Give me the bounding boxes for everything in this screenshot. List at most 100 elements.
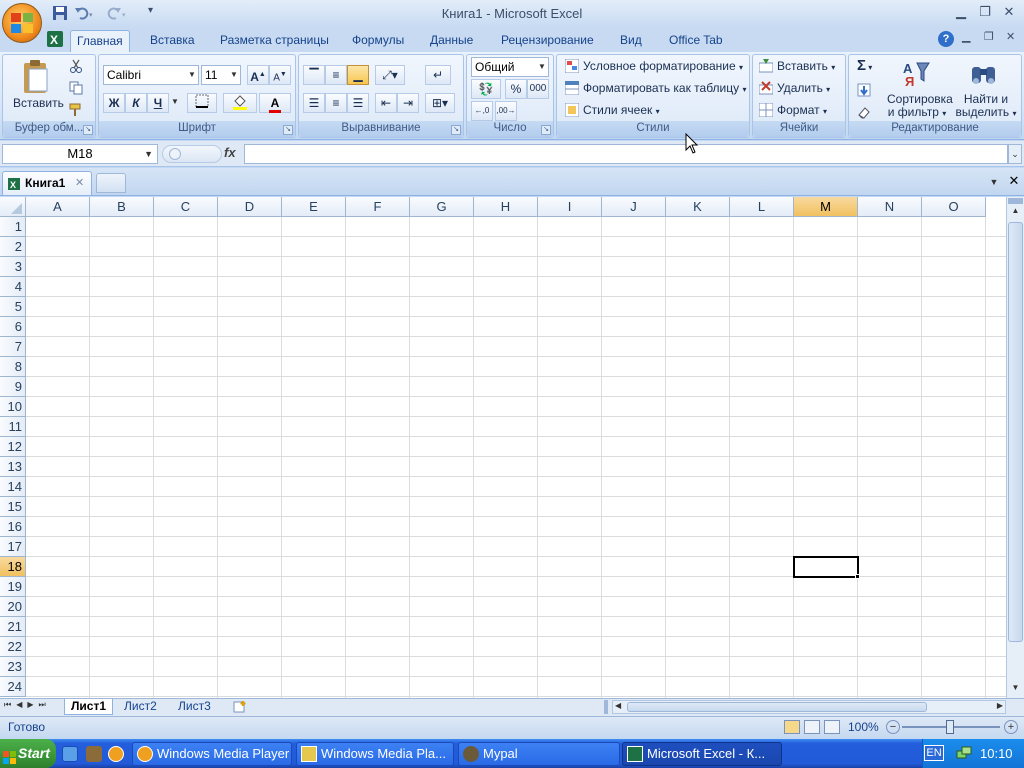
tab-insert[interactable]: Вставка [144, 30, 201, 52]
zoom-slider-thumb[interactable] [946, 720, 954, 734]
currency-format-icon[interactable]: 💱 [471, 79, 501, 99]
row-header-6[interactable]: 6 [0, 317, 26, 337]
fill-color-button[interactable] [223, 93, 257, 113]
align-top-icon[interactable]: ▔ [303, 65, 325, 85]
close-workbook-icon[interactable]: ✕ [1006, 173, 1022, 189]
percent-button[interactable]: % [505, 79, 527, 99]
workbook-tab[interactable]: X Книга1 ✕ [2, 171, 92, 195]
orientation-icon[interactable]: ⤢▾ [375, 65, 405, 85]
column-header-O[interactable]: O [922, 197, 986, 217]
row-header-18[interactable]: 18 [0, 557, 26, 577]
taskbar-button-wmp1[interactable]: Windows Media Player [132, 742, 292, 766]
column-header-B[interactable]: B [90, 197, 154, 217]
format-painter-icon[interactable] [69, 103, 83, 117]
clipboard-launcher-icon[interactable]: ↘ [83, 125, 93, 135]
underline-button[interactable]: Ч [147, 93, 169, 113]
horizontal-scroll-thumb[interactable] [627, 702, 927, 712]
column-header-E[interactable]: E [282, 197, 346, 217]
network-tray-icon[interactable] [956, 745, 972, 761]
ribbon-restore-icon[interactable]: ❐ [984, 30, 994, 43]
ribbon-close-icon[interactable]: ✕ [1006, 30, 1015, 43]
row-header-11[interactable]: 11 [0, 417, 26, 437]
help-icon[interactable]: ? [938, 31, 954, 47]
sheet-nav-icons[interactable]: ⏮◀▶⏭ [4, 700, 51, 710]
clear-eraser-icon[interactable] [857, 105, 871, 119]
horizontal-scrollbar[interactable]: ◀ ▶ [612, 700, 1006, 714]
normal-view-icon[interactable] [784, 720, 800, 734]
italic-button[interactable]: К [125, 93, 147, 113]
sheet-tab-3[interactable]: Лист3 [172, 699, 217, 715]
alignment-launcher-icon[interactable]: ↘ [451, 125, 461, 135]
close-icon[interactable]: ✕ [1000, 4, 1018, 20]
column-header-K[interactable]: K [666, 197, 730, 217]
thousands-button[interactable]: 000 [527, 79, 549, 99]
format-as-table-button[interactable]: Форматировать как таблицу ▾ [583, 78, 747, 98]
column-header-F[interactable]: F [346, 197, 410, 217]
row-header-1[interactable]: 1 [0, 217, 26, 237]
font-launcher-icon[interactable]: ↘ [283, 125, 293, 135]
shrink-font-button[interactable]: A▼ [269, 65, 291, 85]
column-header-M[interactable]: M [794, 197, 858, 217]
tab-office-tab[interactable]: Office Tab [663, 30, 729, 52]
format-cells-button[interactable]: Формат ▾ [777, 100, 827, 120]
select-all-button[interactable] [0, 197, 26, 217]
sheet-tab-1[interactable]: Лист1 [64, 699, 114, 715]
paste-icon[interactable] [21, 59, 51, 97]
row-header-14[interactable]: 14 [0, 477, 26, 497]
align-right-icon[interactable]: ☰ [347, 93, 369, 113]
row-header-20[interactable]: 20 [0, 597, 26, 617]
column-header-G[interactable]: G [410, 197, 474, 217]
align-center-icon[interactable]: ≡ [325, 93, 347, 113]
tab-review[interactable]: Рецензирование [495, 30, 600, 52]
fill-handle[interactable] [855, 574, 860, 579]
row-header-19[interactable]: 19 [0, 577, 26, 597]
paste-button[interactable]: Вставить [13, 93, 64, 113]
tab-data[interactable]: Данные [424, 30, 479, 52]
new-tab-button[interactable] [96, 173, 126, 193]
minimize-icon[interactable]: ▁ [952, 4, 970, 20]
ribbon-minimize-icon[interactable]: ▁ [962, 30, 970, 43]
decrease-indent-icon[interactable]: ⇤ [375, 93, 397, 113]
column-header-N[interactable]: N [858, 197, 922, 217]
quicklaunch-app-icon[interactable] [86, 746, 102, 762]
row-header-24[interactable]: 24 [0, 677, 26, 697]
merge-center-icon[interactable]: ⊞▾ [425, 93, 455, 113]
bold-button[interactable]: Ж [103, 93, 125, 113]
increase-decimal-icon[interactable]: ←,0 [471, 101, 493, 121]
restore-icon[interactable]: ❐ [976, 4, 994, 20]
align-bottom-icon[interactable]: ▁ [347, 65, 369, 85]
split-box[interactable] [1008, 198, 1023, 204]
row-header-10[interactable]: 10 [0, 397, 26, 417]
row-header-16[interactable]: 16 [0, 517, 26, 537]
font-color-button[interactable]: A [259, 93, 291, 113]
row-header-13[interactable]: 13 [0, 457, 26, 477]
row-header-12[interactable]: 12 [0, 437, 26, 457]
cut-icon[interactable] [69, 59, 83, 73]
row-header-5[interactable]: 5 [0, 297, 26, 317]
row-header-22[interactable]: 22 [0, 637, 26, 657]
sheet-tab-2[interactable]: Лист2 [118, 699, 163, 715]
row-header-17[interactable]: 17 [0, 537, 26, 557]
delete-cells-button[interactable]: Удалить ▾ [777, 78, 830, 98]
row-header-3[interactable]: 3 [0, 257, 26, 277]
taskbar-button-mypal[interactable]: Mypal [458, 742, 620, 766]
find-select-button[interactable]: Найти и выделить ▾ [955, 93, 1017, 120]
insert-cells-button[interactable]: Вставить ▾ [777, 56, 835, 76]
formula-input[interactable] [244, 144, 1008, 164]
tab-list-icon[interactable]: ▼ [986, 174, 1002, 190]
column-header-C[interactable]: C [154, 197, 218, 217]
fill-down-icon[interactable] [857, 83, 871, 97]
decrease-decimal-icon[interactable]: ,00→ [495, 101, 517, 121]
tab-formulas[interactable]: Формулы [346, 30, 410, 52]
worksheet-grid[interactable]: ABCDEFGHIJKLMNO 1 2 3 4 5 6 7 8 9 10 11 12 13 14 15 16 1… [0, 197, 1006, 698]
page-break-view-icon[interactable] [824, 720, 840, 734]
row-header-7[interactable]: 7 [0, 337, 26, 357]
office-button[interactable] [2, 3, 42, 43]
tab-split-handle[interactable] [604, 700, 608, 714]
page-layout-view-icon[interactable] [804, 720, 820, 734]
cell-styles-button[interactable]: Стили ячеек ▾ [583, 100, 660, 120]
font-size-combo[interactable]: 11 ▼ [201, 65, 241, 85]
quicklaunch-media-icon[interactable] [108, 746, 124, 762]
number-launcher-icon[interactable]: ↘ [541, 125, 551, 135]
borders-button[interactable] [187, 93, 217, 113]
